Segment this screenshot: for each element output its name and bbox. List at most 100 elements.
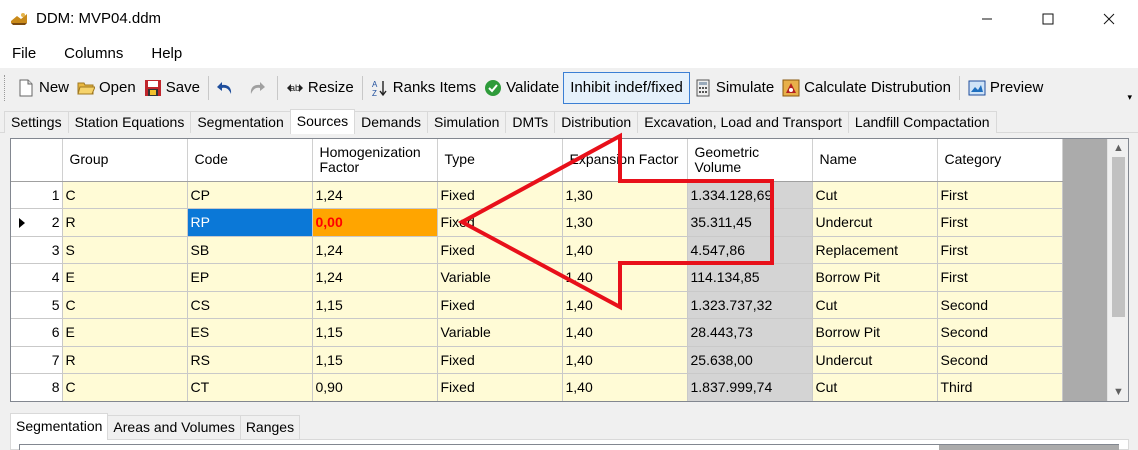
minimize-button[interactable]: [964, 0, 1010, 38]
cell-expansion-factor[interactable]: 1,40: [562, 263, 688, 292]
cell-type[interactable]: Fixed: [437, 373, 563, 401]
tab-sources[interactable]: Sources: [289, 109, 356, 134]
scroll-down-icon[interactable]: ▼: [1108, 383, 1128, 401]
cell-homogenization-factor[interactable]: 1,15: [312, 318, 438, 347]
cell-group[interactable]: R: [62, 208, 188, 237]
cell-category[interactable]: First: [937, 236, 1063, 264]
menu-columns[interactable]: Columns: [64, 45, 123, 62]
simulate-button[interactable]: Simulate: [690, 73, 778, 103]
cell-homogenization-factor[interactable]: 1,15: [312, 291, 438, 319]
cell-type[interactable]: Fixed: [437, 291, 563, 319]
cell-homogenization-factor[interactable]: 0,90: [312, 373, 438, 401]
column-header-code[interactable]: Code: [187, 139, 313, 182]
table-row[interactable]: 2 R RP 0,00 Fixed 1,30 35.311,45 Undercut First: [11, 208, 1063, 237]
row-header[interactable]: 1: [11, 181, 63, 209]
tab-dmts[interactable]: DMTs: [505, 111, 556, 133]
cell-type[interactable]: Fixed: [437, 181, 563, 209]
cell-category[interactable]: Third: [937, 373, 1063, 401]
cell-geometric-volume[interactable]: 114.134,85: [687, 263, 813, 292]
resize-button[interactable]: ab Resize: [282, 73, 358, 103]
cell-name[interactable]: Cut: [812, 373, 938, 401]
cell-category[interactable]: First: [937, 208, 1063, 237]
row-header-corner[interactable]: [11, 139, 63, 182]
cell-type[interactable]: Fixed: [437, 236, 563, 264]
cell-expansion-factor[interactable]: 1,40: [562, 346, 688, 374]
undo-button[interactable]: [213, 73, 243, 103]
cell-name[interactable]: Cut: [812, 291, 938, 319]
cell-homogenization-factor[interactable]: 0,00: [312, 208, 438, 237]
cell-category[interactable]: First: [937, 263, 1063, 292]
row-header[interactable]: 7: [11, 346, 63, 374]
cell-expansion-factor[interactable]: 1,40: [562, 236, 688, 264]
cell-group[interactable]: R: [62, 346, 188, 374]
cell-group[interactable]: E: [62, 263, 188, 292]
cell-name[interactable]: Undercut: [812, 346, 938, 374]
cell-expansion-factor[interactable]: 1,40: [562, 291, 688, 319]
cell-geometric-volume[interactable]: 1.323.737,32: [687, 291, 813, 319]
column-header-type[interactable]: Type: [437, 139, 563, 182]
cell-geometric-volume[interactable]: 1.837.999,74: [687, 373, 813, 401]
cell-code[interactable]: CP: [187, 181, 313, 209]
save-button[interactable]: Save: [140, 73, 204, 103]
cell-type[interactable]: Variable: [437, 263, 563, 292]
cell-geometric-volume[interactable]: 35.311,45: [687, 208, 813, 237]
column-header-name[interactable]: Name: [812, 139, 938, 182]
tab-segmentation[interactable]: Segmentation: [190, 111, 291, 133]
table-row[interactable]: 5 C CS 1,15 Fixed 1,40 1.323.737,32 Cut Second: [11, 291, 1063, 319]
menu-file[interactable]: File: [12, 45, 36, 62]
table-row[interactable]: 6 E ES 1,15 Variable 1,40 28.443,73 Borrow Pit S…: [11, 318, 1063, 347]
close-button[interactable]: [1086, 0, 1132, 38]
sources-grid[interactable]: Group Code Homogenization Factor Type Ex…: [10, 138, 1129, 402]
tab-station-equations[interactable]: Station Equations: [67, 111, 192, 133]
cell-name[interactable]: Replacement: [812, 236, 938, 264]
scroll-up-icon[interactable]: ▲: [1108, 139, 1128, 157]
row-header[interactable]: 8: [11, 373, 63, 401]
redo-button[interactable]: [243, 73, 273, 103]
new-button[interactable]: New: [13, 73, 73, 103]
column-header-expansion-factor[interactable]: Expansion Factor: [562, 139, 688, 182]
cell-expansion-factor[interactable]: 1,40: [562, 373, 688, 401]
cell-type[interactable]: Fixed: [437, 346, 563, 374]
cell-code[interactable]: ES: [187, 318, 313, 347]
cell-expansion-factor[interactable]: 1,30: [562, 208, 688, 237]
cell-type[interactable]: Variable: [437, 318, 563, 347]
cell-code[interactable]: SB: [187, 236, 313, 264]
menu-help[interactable]: Help: [151, 45, 182, 62]
inhibit-indef-fixed-button[interactable]: Inhibit indef/fixed: [563, 71, 690, 104]
bottom-tab-areas-and-volumes[interactable]: Areas and Volumes: [107, 415, 241, 439]
vertical-scrollbar[interactable]: ▲ ▼: [1107, 139, 1128, 401]
cell-name[interactable]: Borrow Pit: [812, 318, 938, 347]
tab-excavation-load-transport[interactable]: Excavation, Load and Transport: [637, 111, 849, 133]
row-header[interactable]: 3: [11, 236, 63, 264]
column-header-geometric-volume[interactable]: Geometric Volume: [687, 139, 813, 182]
cell-group[interactable]: E: [62, 318, 188, 347]
table-row[interactable]: 4 E EP 1,24 Variable 1,40 114.134,85 Borrow Pit…: [11, 263, 1063, 292]
column-header-homogenization-factor[interactable]: Homogenization Factor: [312, 139, 438, 182]
preview-button[interactable]: Preview: [964, 73, 1047, 103]
cell-code[interactable]: RS: [187, 346, 313, 374]
cell-category[interactable]: First: [937, 181, 1063, 209]
cell-code[interactable]: CS: [187, 291, 313, 319]
ranks-items-button[interactable]: AZ Ranks Items: [367, 73, 480, 103]
cell-type[interactable]: Fixed: [437, 208, 563, 237]
cell-homogenization-factor[interactable]: 1,15: [312, 346, 438, 374]
column-header-category[interactable]: Category: [937, 139, 1063, 182]
cell-group[interactable]: C: [62, 373, 188, 401]
row-header[interactable]: 2: [11, 208, 63, 237]
cell-geometric-volume[interactable]: 1.334.128,69: [687, 181, 813, 209]
cell-homogenization-factor[interactable]: 1,24: [312, 181, 438, 209]
bottom-tab-segmentation[interactable]: Segmentation: [10, 413, 109, 440]
maximize-button[interactable]: [1025, 0, 1071, 38]
cell-group[interactable]: S: [62, 236, 188, 264]
tab-landfill-compactation[interactable]: Landfill Compactation: [847, 111, 997, 133]
cell-code[interactable]: RP: [187, 208, 313, 237]
cell-category[interactable]: Second: [937, 346, 1063, 374]
calculate-distribution-button[interactable]: Calculate Distrubution: [778, 73, 955, 103]
bottom-tab-ranges[interactable]: Ranges: [239, 415, 301, 439]
cell-group[interactable]: C: [62, 181, 188, 209]
cell-code[interactable]: EP: [187, 263, 313, 292]
column-header-group[interactable]: Group: [62, 139, 188, 182]
cell-category[interactable]: Second: [937, 318, 1063, 347]
scroll-thumb[interactable]: [1112, 157, 1125, 317]
table-row[interactable]: 7 R RS 1,15 Fixed 1,40 25.638,00 Undercut Second: [11, 346, 1063, 374]
